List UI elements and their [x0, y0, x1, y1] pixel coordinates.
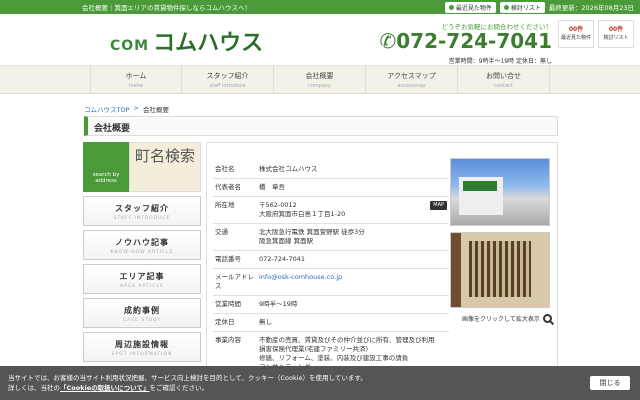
- nav-company[interactable]: 会社概要 company: [274, 66, 366, 93]
- breadcrumb-current: 会社概要: [142, 106, 169, 114]
- info-value: 株式会社コムハウス: [257, 161, 449, 179]
- sidebar-item-area[interactable]: エリア記事 AREA ARTICLE: [83, 264, 201, 294]
- site-tagline: 会社概要｜箕面エリアの賃貸物件探しならコムハウスへ！: [82, 4, 251, 12]
- nav-home[interactable]: ホーム home: [90, 66, 182, 93]
- info-value: info@osk-comhouse.co.jp: [257, 268, 449, 296]
- search-by-address-label: search by address: [83, 142, 129, 192]
- info-value-text: 株式会社コムハウス: [259, 165, 318, 173]
- breadcrumb-separator: >: [133, 104, 139, 112]
- nav-contact[interactable]: お問い合せ contact: [458, 66, 550, 93]
- cookie-text-line1: 当サイトでは、お客様の当サイト利用状況把握、サービス向上検討を目的として、クッキ…: [8, 374, 367, 382]
- info-value: 北大阪急行電鉄 箕面萱野駅 徒歩3分 阪急箕面線 箕面駅: [257, 223, 449, 251]
- info-row: 会社名 株式会社コムハウス: [213, 161, 449, 179]
- site-header: COM コムハウス どうぞお気軽にお問合わせください！ ✆072-724-704…: [0, 14, 640, 66]
- address-search-banner[interactable]: search by address 町名検索: [83, 142, 201, 192]
- recent-count[interactable]: 00件 最近見た物件: [558, 20, 594, 48]
- info-value-text: 072-724-7041: [259, 255, 306, 263]
- storefront-photo[interactable]: [450, 158, 550, 226]
- interior-photo[interactable]: [450, 232, 550, 308]
- info-row: 交通 北大阪急行電鉄 箕面萱野駅 徒歩3分 阪急箕面線 箕面駅: [213, 223, 449, 251]
- map-button[interactable]: MAP: [430, 201, 447, 210]
- favorites-list-button[interactable]: 検討リスト: [499, 1, 545, 13]
- cookie-text-line2: 詳しくは、当社の「Cookieの取扱いについて」をご確認ください。: [8, 384, 208, 392]
- sidebar: search by address 町名検索 スタッフ紹介 STAFF INTRO…: [83, 142, 201, 366]
- info-row: 所在地 MAP 〒562-0012 大阪府箕面市白島１丁目1-20: [213, 196, 449, 224]
- sidebar-item-spots[interactable]: 周辺施設情報 SPOT INFORMATION: [83, 332, 201, 362]
- nav-accessmap[interactable]: アクセスマップ accessmap: [366, 66, 458, 93]
- town-search-label: 町名検索: [129, 142, 201, 192]
- info-key: メールアドレス: [213, 268, 257, 296]
- dot-icon: [503, 4, 509, 10]
- phone-number[interactable]: ✆072-724-7041: [379, 29, 552, 53]
- cookie-close-button[interactable]: 閉じる: [590, 376, 630, 390]
- info-row: メールアドレス info@osk-comhouse.co.jp: [213, 268, 449, 296]
- topbar-links: 最近見た物件 検討リスト 最終更新：2026年08月23日: [444, 1, 634, 13]
- cookie-policy-link[interactable]: 「Cookieの取扱いについて」: [60, 384, 149, 392]
- info-value-text: 無し: [259, 318, 272, 326]
- page-title: 会社概要: [84, 116, 558, 136]
- info-key: 電話番号: [213, 250, 257, 269]
- info-key: 所在地: [213, 196, 257, 224]
- info-row: 代表者名橋 章吾: [213, 178, 449, 197]
- info-value-text: 9時半〜19時: [259, 300, 298, 308]
- sidebar-item-staff[interactable]: スタッフ紹介 STAFF INTRODUCE: [83, 196, 201, 226]
- sign-shape: [463, 181, 497, 191]
- recent-properties-button[interactable]: 最近見た物件: [444, 1, 496, 13]
- sidebar-item-cases[interactable]: 成約事例 CASE STUDY: [83, 298, 201, 328]
- breadcrumb-home[interactable]: コムハウスTOP: [84, 104, 130, 114]
- photo-caption: 画像をクリックして拡大表示: [462, 314, 552, 323]
- top-bar: 会社概要｜箕面エリアの賃貸物件探しならコムハウスへ！ 最近見た物件 検討リスト …: [0, 0, 640, 14]
- info-value-text: 北大阪急行電鉄 箕面萱野駅 徒歩3分 阪急箕面線 箕面駅: [259, 228, 365, 245]
- info-key: 営業時間: [213, 295, 257, 314]
- info-value-text: 〒562-0012 大阪府箕面市白島１丁目1-20: [259, 201, 346, 218]
- info-value: 9時半〜19時: [257, 295, 449, 314]
- header-counters: 00件 最近見た物件 00件 検討リスト: [558, 20, 634, 48]
- list-count[interactable]: 00件 検討リスト: [598, 20, 634, 48]
- info-value: 072-724-7041: [257, 250, 449, 269]
- company-info-table: 会社名 株式会社コムハウス 代表者名橋 章吾 所在地 MAP 〒562-0012 大阪府箕…: [213, 161, 449, 377]
- info-value: 橋 章吾: [257, 178, 449, 197]
- zoom-icon[interactable]: [542, 314, 552, 323]
- info-value: MAP 〒562-0012 大阪府箕面市白島１丁目1-20: [257, 196, 449, 224]
- global-nav: ホーム home スタッフ紹介 staff introduce 会社概要 compan…: [0, 66, 640, 94]
- info-value-text: 橋 章吾: [259, 183, 285, 191]
- info-row: 営業時間 9時半〜19時: [213, 295, 449, 314]
- info-row: 定休日 無し: [213, 313, 449, 332]
- breadcrumb: コムハウスTOP > 会社概要: [84, 104, 169, 114]
- email-link[interactable]: info@osk-comhouse.co.jp: [259, 273, 342, 281]
- info-row: 電話番号 072-724-7041: [213, 250, 449, 269]
- slat-wall-shape: [469, 241, 531, 297]
- info-key: 交通: [213, 223, 257, 251]
- info-value: 無し: [257, 313, 449, 332]
- info-key: 代表者名: [213, 178, 257, 197]
- info-key: 定休日: [213, 313, 257, 332]
- business-hours: 営業時間：9時半〜19時 定休日：無し: [448, 58, 552, 65]
- dot-icon: [448, 4, 454, 10]
- cookie-banner: 当サイトでは、お客様の当サイト利用状況把握、サービス向上検討を目的として、クッキ…: [0, 366, 640, 400]
- nav-staff[interactable]: スタッフ紹介 staff introduce: [182, 66, 274, 93]
- last-updated: 最終更新：2026年08月23日: [548, 4, 634, 12]
- sidebar-item-knowhow[interactable]: ノウハウ記事 KNOW-HOW ARTICLE: [83, 230, 201, 260]
- site-logo[interactable]: COM コムハウス: [110, 25, 263, 57]
- info-key: 会社名: [213, 161, 257, 179]
